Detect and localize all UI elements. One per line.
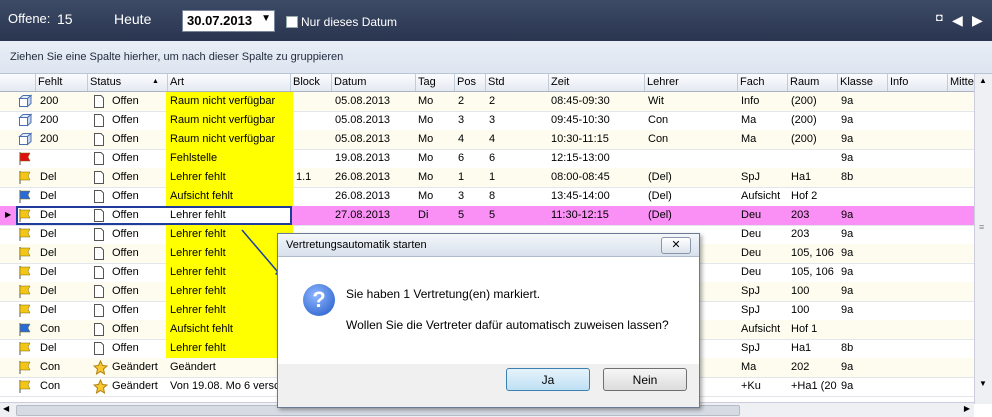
yes-button[interactable]: Ja: [506, 368, 590, 391]
question-icon: ?: [303, 284, 335, 316]
dialog-title: Vertretungsautomatik starten: [286, 239, 427, 251]
no-button[interactable]: Nein: [603, 368, 687, 391]
dialog-message-line2: Wollen Sie die Vertreter dafür automatis…: [346, 318, 669, 332]
close-icon[interactable]: ✕: [661, 237, 691, 254]
auto-substitution-dialog: Vertretungsautomatik starten ✕ ? Sie hab…: [277, 233, 700, 408]
dialog-body: ? Sie haben 1 Vertretung(en) markiert. W…: [278, 257, 699, 364]
dialog-title-bar: Vertretungsautomatik starten ✕: [278, 234, 699, 257]
dialog-message-line1: Sie haben 1 Vertretung(en) markiert.: [346, 287, 541, 301]
